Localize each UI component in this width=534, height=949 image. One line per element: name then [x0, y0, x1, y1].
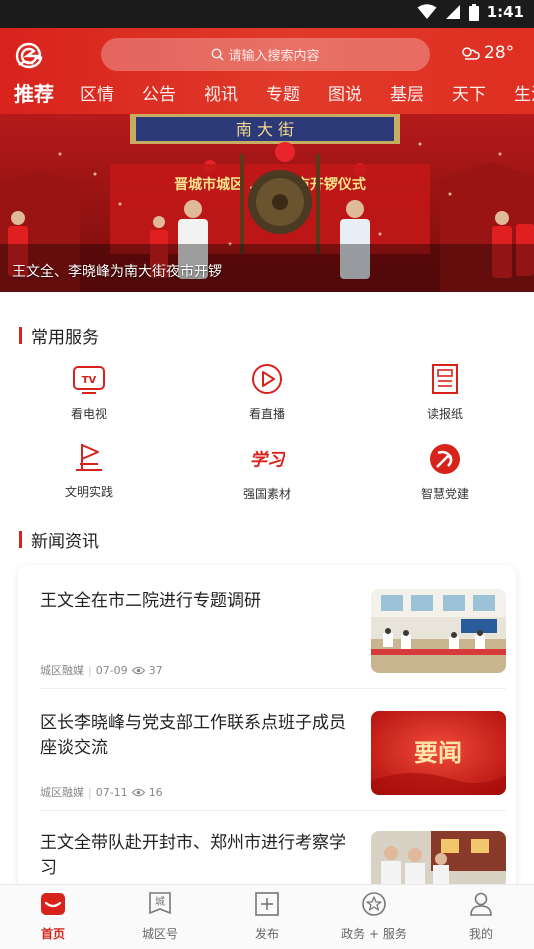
app-logo-icon[interactable] — [14, 40, 44, 70]
yaowen-graphic: 要闻 — [371, 711, 506, 795]
bottom-nav-government-services[interactable]: 政务 + 服务 — [321, 885, 427, 949]
news-thumbnail[interactable]: 要闻 — [371, 711, 506, 795]
bottom-nav-profile[interactable]: 我的 — [428, 885, 534, 949]
news-title[interactable]: 区长李晓峰与党支部工作联系点班子成员座谈交流 — [40, 711, 350, 761]
search-placeholder: 请输入搜索内容 — [228, 49, 320, 64]
news-divider — [40, 688, 506, 689]
eye-icon — [131, 788, 145, 796]
app-header: 请输入搜索内容 28° 推荐 区情 公告 视讯 专题 图说 基层 天下 生活 — [0, 28, 534, 114]
meta-separator: | — [88, 663, 92, 677]
weather-widget[interactable]: 28° — [460, 43, 514, 63]
service-label: 读报纸 — [426, 407, 463, 421]
services-section-header: 常用服务 — [19, 323, 99, 348]
status-time: 1:41 — [486, 3, 524, 21]
news-date: 07-11 — [95, 785, 128, 799]
tv-icon: TV — [71, 361, 107, 397]
newspaper-icon — [427, 361, 463, 397]
bottom-navigation: 首页 城 城区号 发布 政务 + 服务 我的 — [0, 884, 534, 949]
tab-life[interactable]: 生活 — [514, 80, 534, 105]
service-xuexi-materials[interactable]: 学习 强国素材 — [207, 441, 327, 502]
banner-top-sign-text: 南 大 街 — [236, 120, 294, 139]
bottom-nav-district-accounts[interactable]: 城 城区号 — [107, 885, 213, 949]
home-icon — [41, 893, 65, 915]
tab-announcements[interactable]: 公告 — [142, 80, 176, 105]
eye-icon — [131, 666, 145, 674]
news-item[interactable]: 王文全在市二院进行专题调研 城区融媒 | 07-09 37 — [40, 589, 506, 701]
news-list: 王文全在市二院进行专题调研 城区融媒 | 07-09 37 区长李晓峰与党支部工… — [18, 565, 516, 895]
category-tabs: 推荐 区情 公告 视讯 专题 图说 基层 天下 生活 — [0, 78, 534, 110]
services-section-title: 常用服务 — [31, 328, 99, 348]
news-section-title: 新闻资讯 — [31, 532, 99, 552]
bottom-nav-label: 首页 — [40, 927, 65, 941]
star-emblem-icon — [362, 892, 386, 916]
news-section-header: 新闻资讯 — [19, 527, 99, 552]
news-views: 16 — [148, 785, 163, 799]
cellular-signal-icon — [445, 5, 460, 19]
bottom-nav-home[interactable]: 首页 — [0, 885, 106, 949]
bottom-nav-label: 我的 — [468, 927, 493, 941]
search-icon — [211, 48, 224, 61]
banner-caption[interactable]: 王文全、李晓峰为南大街夜市开锣 — [12, 261, 222, 281]
yaowen-graphic-text: 要闻 — [414, 738, 462, 767]
tab-district-info[interactable]: 区情 — [80, 80, 114, 105]
news-title[interactable]: 王文全带队赴开封市、郑州市进行考察学习 — [40, 831, 350, 881]
news-meta: 城区融媒 | 07-11 16 — [40, 784, 163, 800]
service-label: 智慧党建 — [420, 487, 469, 501]
service-label: 强国素材 — [242, 487, 291, 501]
bottom-nav-label: 城区号 — [141, 927, 178, 941]
news-title[interactable]: 王文全在市二院进行专题调研 — [40, 589, 350, 614]
battery-icon — [468, 3, 479, 21]
tab-video[interactable]: 视讯 — [204, 80, 238, 105]
news-source: 城区融媒 — [40, 664, 84, 677]
plus-square-icon — [255, 892, 279, 916]
news-views: 37 — [148, 663, 163, 677]
svg-text:TV: TV — [82, 375, 97, 386]
xuexi-icon-text: 学习 — [250, 449, 285, 470]
weather-temperature: 28° — [484, 43, 515, 63]
tab-world[interactable]: 天下 — [452, 80, 486, 105]
news-date: 07-09 — [95, 663, 128, 677]
banner-carousel[interactable]: 南 大 街 晋城市城区 … 市夜市开锣仪式 — [0, 114, 534, 292]
news-item[interactable]: 区长李晓峰与党支部工作联系点班子成员座谈交流 城区融媒 | 07-11 16 要… — [40, 711, 506, 823]
status-icons: 1:41 — [417, 3, 524, 21]
service-label: 看电视 — [70, 407, 107, 421]
bottom-nav-label: 政务 + 服务 — [341, 927, 407, 941]
district-badge-icon: 城 — [149, 892, 171, 915]
service-label: 文明实践 — [64, 485, 113, 499]
tab-picture-stories[interactable]: 图说 — [328, 80, 362, 105]
district-badge-icon-text: 城 — [155, 896, 165, 908]
tab-special-topics[interactable]: 专题 — [266, 80, 300, 105]
section-accent-bar — [19, 531, 22, 548]
bottom-nav-publish[interactable]: 发布 — [214, 885, 320, 949]
flag-icon — [71, 439, 107, 475]
cloudy-weather-icon — [462, 47, 480, 60]
service-watch-tv[interactable]: TV 看电视 — [29, 361, 149, 422]
xuexi-icon: 学习 — [249, 441, 285, 477]
service-civilization-practice[interactable]: 文明实践 — [29, 439, 149, 500]
meeting-photo — [371, 589, 506, 673]
search-input[interactable]: 请输入搜索内容 — [101, 38, 430, 71]
service-label: 看直播 — [248, 407, 285, 421]
meta-separator: | — [88, 785, 92, 799]
service-read-newspaper[interactable]: 读报纸 — [385, 361, 505, 422]
tab-recommend[interactable]: 推荐 — [14, 78, 54, 107]
news-thumbnail[interactable] — [371, 589, 506, 673]
bottom-nav-label: 发布 — [254, 927, 279, 941]
wifi-icon — [417, 4, 437, 19]
news-divider — [40, 810, 506, 811]
play-icon — [249, 361, 285, 397]
service-smart-party-building[interactable]: 智慧党建 — [385, 441, 505, 502]
party-emblem-icon — [427, 441, 463, 477]
service-watch-live[interactable]: 看直播 — [207, 361, 327, 422]
section-accent-bar — [19, 327, 22, 344]
status-bar: 1:41 — [0, 0, 534, 28]
tab-grassroots[interactable]: 基层 — [390, 80, 424, 105]
news-source: 城区融媒 — [40, 786, 84, 799]
user-icon — [470, 892, 492, 916]
news-meta: 城区融媒 | 07-09 37 — [40, 662, 163, 678]
